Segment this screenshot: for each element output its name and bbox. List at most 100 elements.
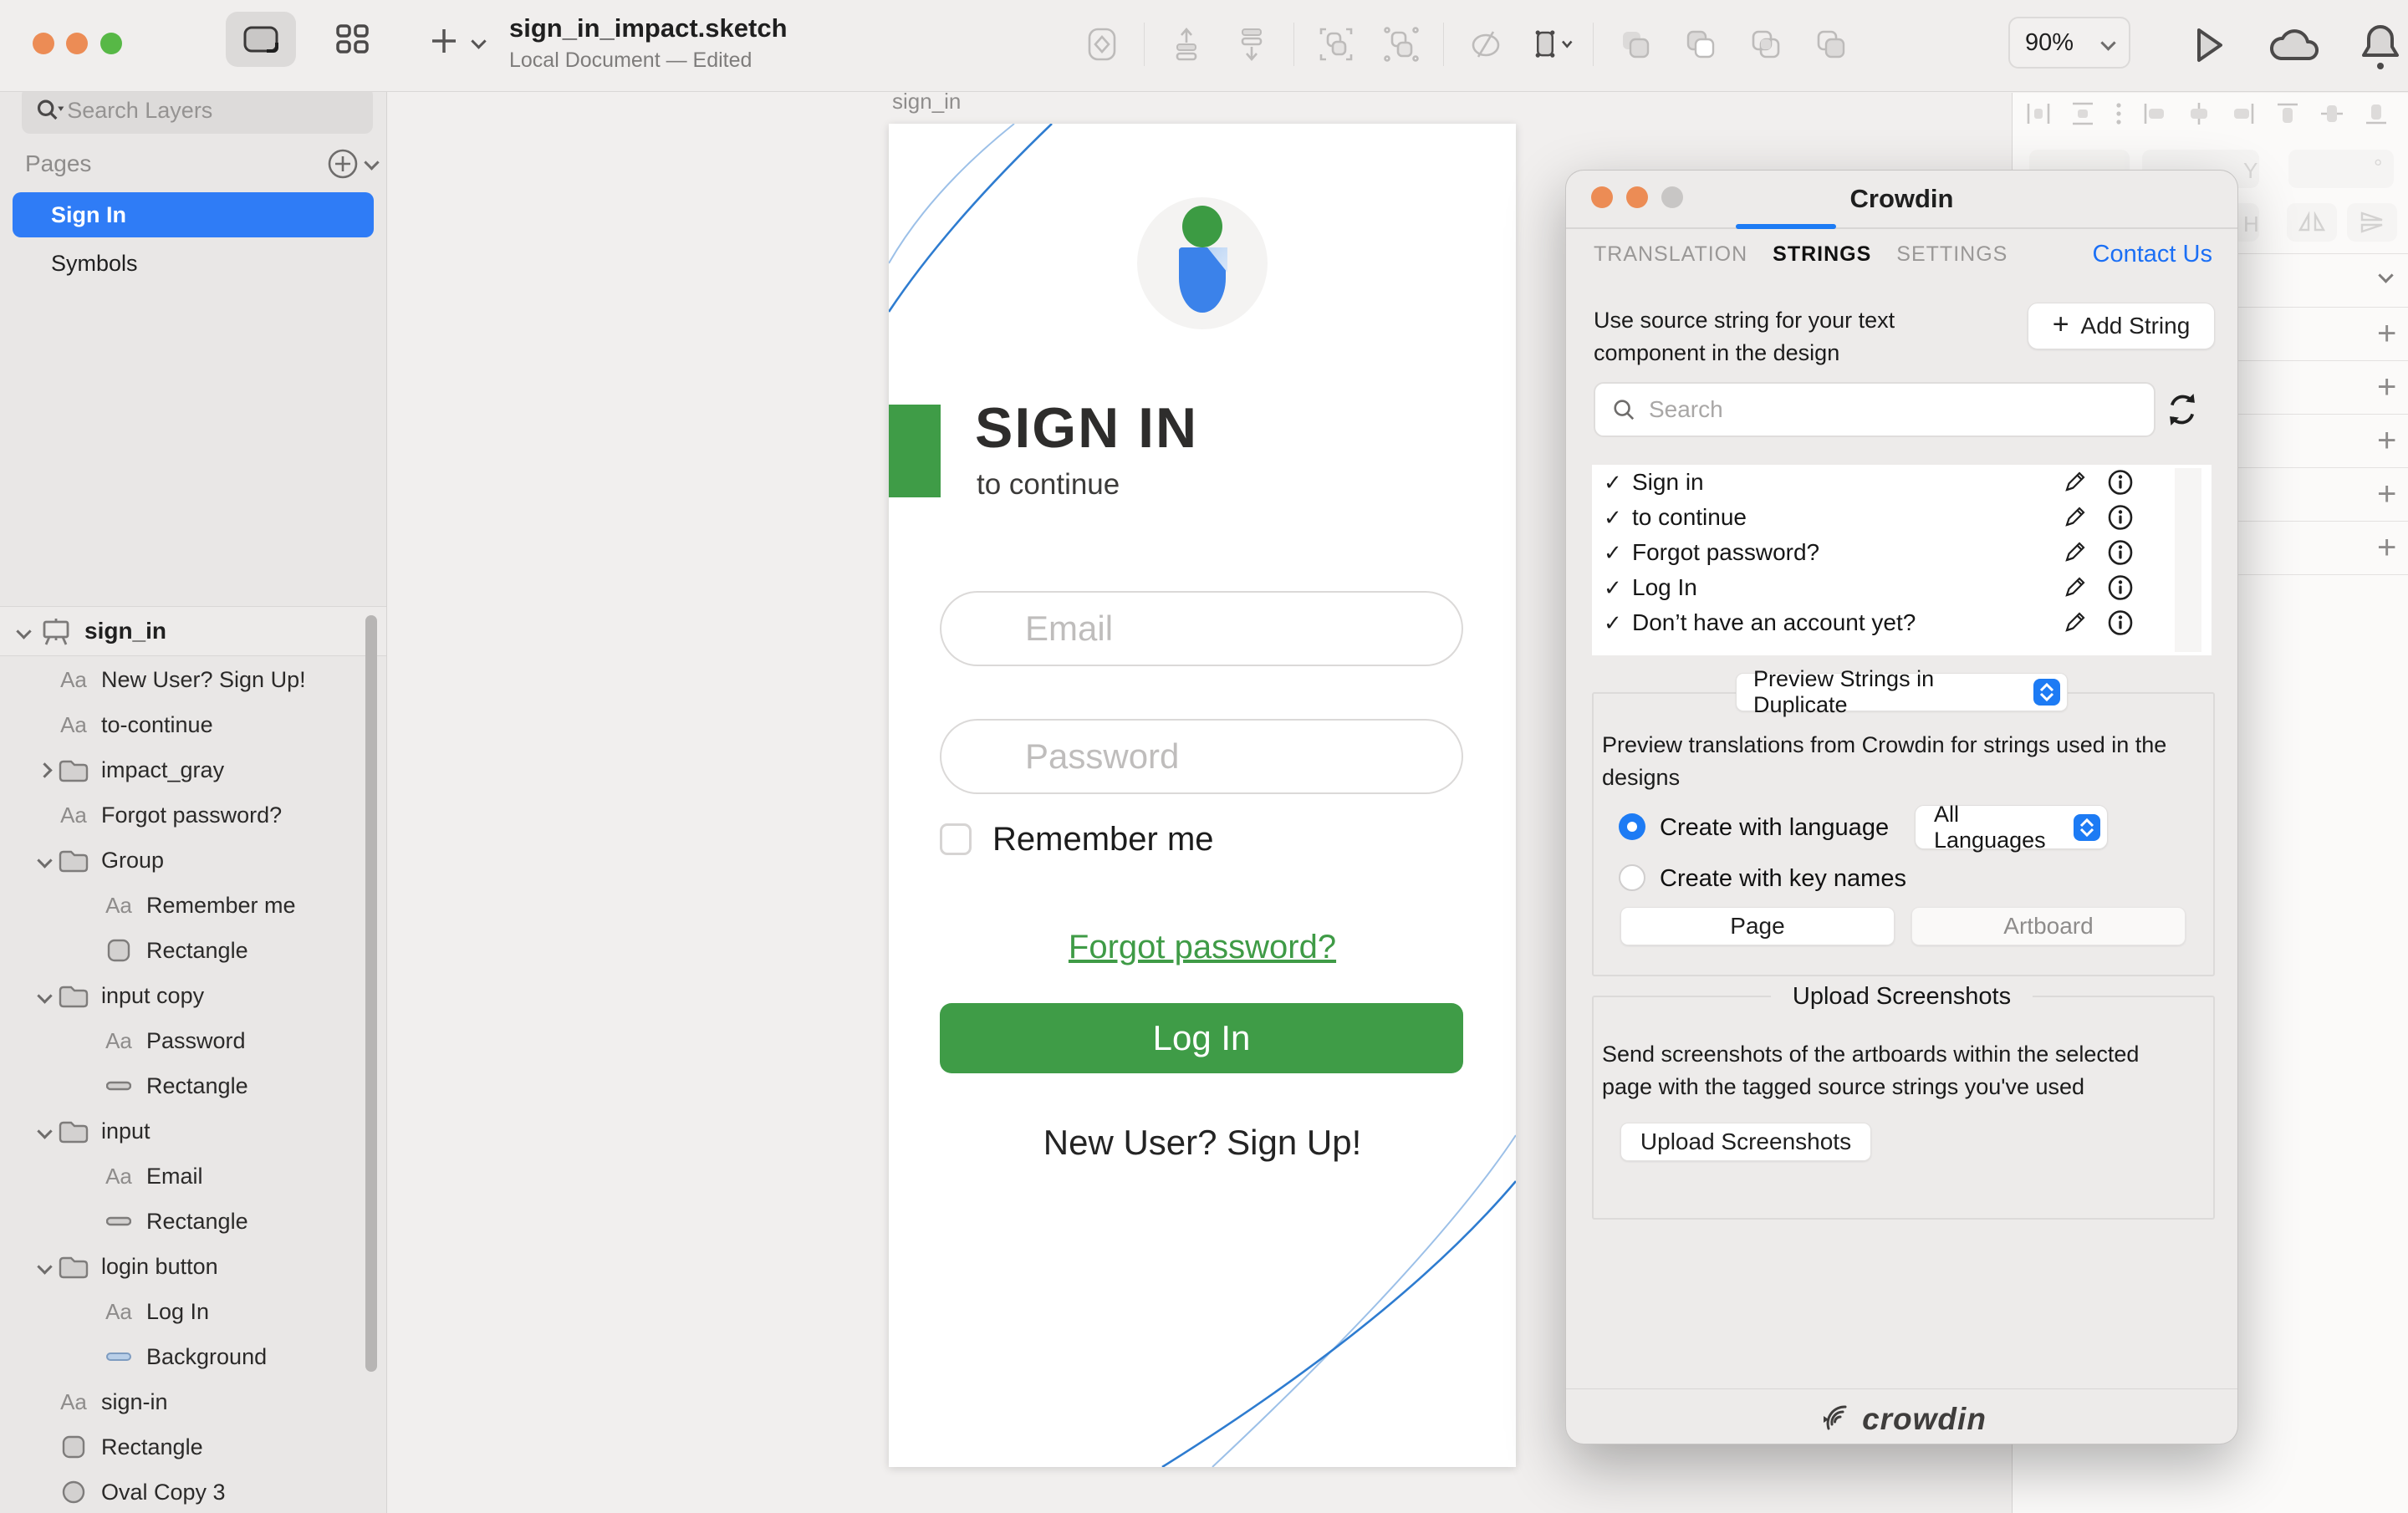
chevron-right-icon[interactable] bbox=[37, 762, 52, 777]
layer-row[interactable]: Aa to-continue bbox=[32, 702, 386, 747]
language-select[interactable]: All Languages bbox=[1915, 805, 2108, 849]
move-forward-button[interactable] bbox=[1163, 21, 1210, 68]
string-info-icon[interactable] bbox=[2106, 539, 2135, 566]
remember-me-checkbox[interactable] bbox=[940, 823, 972, 855]
tab-strings[interactable]: STRINGS bbox=[1773, 242, 1871, 267]
source-string-row[interactable]: ✓ Sign in bbox=[1592, 465, 2212, 500]
layer-row[interactable]: Group bbox=[32, 838, 386, 883]
edit-string-icon[interactable] bbox=[2061, 469, 2088, 496]
search-layers-input[interactable] bbox=[65, 97, 360, 125]
source-string-row[interactable]: ✓ Forgot password? bbox=[1592, 535, 2212, 570]
layer-row[interactable]: Aa Password bbox=[77, 1018, 386, 1063]
add-page-button[interactable] bbox=[326, 147, 360, 181]
contact-us-link[interactable]: Contact Us bbox=[2093, 241, 2212, 268]
layer-row[interactable]: Rectangle bbox=[32, 1424, 386, 1470]
collapse-pages-chevron-icon[interactable] bbox=[364, 155, 379, 170]
strings-search-input[interactable] bbox=[1647, 395, 2137, 424]
string-info-icon[interactable] bbox=[2106, 504, 2135, 531]
layer-row[interactable]: Aa Email bbox=[77, 1154, 386, 1199]
artboard-root-row[interactable]: sign_in bbox=[0, 606, 386, 656]
preview-play-button[interactable] bbox=[2182, 20, 2232, 70]
layer-row[interactable]: Aa New User? Sign Up! bbox=[32, 657, 386, 702]
strings-search-field[interactable] bbox=[1594, 382, 2155, 437]
intersect-button[interactable] bbox=[1742, 21, 1789, 68]
zoom-window-button[interactable] bbox=[100, 33, 122, 54]
ungroup-button[interactable] bbox=[1378, 21, 1425, 68]
layer-row[interactable]: login button bbox=[32, 1244, 386, 1289]
resize-button[interactable] bbox=[1528, 21, 1574, 68]
sign-in-heading[interactable]: SIGN IN bbox=[975, 395, 1198, 461]
to-continue-subheading[interactable]: to continue bbox=[977, 468, 1120, 502]
group-button[interactable] bbox=[1313, 21, 1360, 68]
string-info-icon[interactable] bbox=[2106, 574, 2135, 601]
artboard-canvas-label[interactable]: sign_in bbox=[892, 89, 961, 115]
distribute-vertical-icon[interactable] bbox=[2069, 99, 2097, 132]
strings-list-scrollbar[interactable] bbox=[2175, 468, 2201, 652]
edit-string-icon[interactable] bbox=[2061, 539, 2088, 566]
more-options-icon[interactable] bbox=[2113, 99, 2125, 132]
edit-string-icon[interactable] bbox=[2061, 504, 2088, 531]
artboard[interactable]: SIGN IN to continue Email Password Remem… bbox=[889, 124, 1516, 1467]
distribute-horizontal-icon[interactable] bbox=[2024, 99, 2053, 132]
minimize-window-button[interactable] bbox=[66, 33, 88, 54]
align-center-horizontal-icon[interactable] bbox=[2185, 99, 2213, 132]
page-item-symbols[interactable]: Symbols bbox=[13, 241, 374, 286]
chevron-down-icon[interactable] bbox=[37, 1259, 52, 1274]
grid-view-button[interactable] bbox=[318, 12, 388, 67]
email-field[interactable]: Email bbox=[940, 591, 1463, 666]
chevron-down-icon[interactable] bbox=[37, 1123, 52, 1139]
layer-row[interactable]: impact_gray bbox=[32, 747, 386, 792]
layer-row[interactable]: Aa sign-in bbox=[32, 1379, 386, 1424]
align-middle-icon[interactable] bbox=[2318, 99, 2346, 132]
brand-logo[interactable] bbox=[1137, 197, 1268, 329]
preview-strings-dropdown[interactable]: Preview Strings in Duplicate bbox=[1736, 673, 2068, 711]
chevron-down-icon[interactable] bbox=[37, 853, 52, 868]
source-string-row[interactable]: ✓ Don’t have an account yet? bbox=[1592, 605, 2212, 640]
tab-translation[interactable]: TRANSLATION bbox=[1594, 242, 1747, 267]
move-backward-button[interactable] bbox=[1228, 21, 1275, 68]
edit-string-icon[interactable] bbox=[2061, 574, 2088, 601]
add-style-button[interactable]: + bbox=[2377, 529, 2396, 567]
upload-screenshots-button[interactable]: Upload Screenshots bbox=[1620, 1123, 1871, 1161]
layer-row[interactable]: input copy bbox=[32, 973, 386, 1018]
align-right-icon[interactable] bbox=[2229, 99, 2258, 132]
page-item-sign-in[interactable]: Sign In bbox=[13, 192, 374, 237]
sidebar-scrollbar[interactable] bbox=[365, 615, 377, 1372]
chevron-down-icon[interactable] bbox=[37, 988, 52, 1003]
layer-search-field[interactable] bbox=[22, 87, 373, 134]
refresh-strings-button[interactable] bbox=[2163, 390, 2201, 429]
align-top-icon[interactable] bbox=[2273, 99, 2302, 132]
canvas-view-button[interactable] bbox=[226, 12, 296, 67]
layer-row[interactable]: Oval Copy 3 bbox=[32, 1470, 386, 1513]
add-string-button[interactable]: + Add String bbox=[2028, 303, 2215, 349]
layer-row[interactable]: Aa Log In bbox=[77, 1289, 386, 1334]
align-bottom-icon[interactable] bbox=[2362, 99, 2390, 132]
subtract-button[interactable] bbox=[1677, 21, 1724, 68]
layer-row[interactable]: Rectangle bbox=[77, 1199, 386, 1244]
add-style-button[interactable]: + bbox=[2377, 315, 2396, 353]
create-with-language-radio[interactable] bbox=[1619, 813, 1645, 840]
cloud-sync-button[interactable] bbox=[2264, 20, 2324, 70]
source-string-row[interactable]: ✓ to continue bbox=[1592, 500, 2212, 535]
insert-shape-button[interactable] bbox=[1079, 21, 1125, 68]
page-button[interactable]: Page bbox=[1620, 907, 1895, 945]
difference-button[interactable] bbox=[1808, 21, 1854, 68]
add-style-button[interactable]: + bbox=[2377, 369, 2396, 406]
add-style-button[interactable]: + bbox=[2377, 476, 2396, 513]
create-with-language-label[interactable]: Create with language bbox=[1660, 814, 1889, 842]
layer-row[interactable]: input bbox=[32, 1108, 386, 1154]
align-left-icon[interactable] bbox=[2140, 99, 2169, 132]
tab-settings[interactable]: SETTINGS bbox=[1896, 242, 2008, 267]
close-window-button[interactable] bbox=[33, 33, 54, 54]
forgot-password-link[interactable]: Forgot password? bbox=[889, 929, 1516, 966]
add-style-button[interactable]: + bbox=[2377, 422, 2396, 460]
layer-row[interactable]: Background bbox=[77, 1334, 386, 1379]
create-with-key-names-label[interactable]: Create with key names bbox=[1660, 865, 1906, 893]
notifications-bell-button[interactable] bbox=[2356, 20, 2405, 72]
union-button[interactable] bbox=[1612, 21, 1659, 68]
add-document-control[interactable] bbox=[428, 25, 484, 57]
artboard-button[interactable]: Artboard bbox=[1911, 907, 2186, 945]
remember-me-label[interactable]: Remember me bbox=[992, 821, 1214, 858]
log-in-button[interactable]: Log In bbox=[940, 1003, 1463, 1073]
create-with-key-names-radio[interactable] bbox=[1619, 864, 1645, 891]
